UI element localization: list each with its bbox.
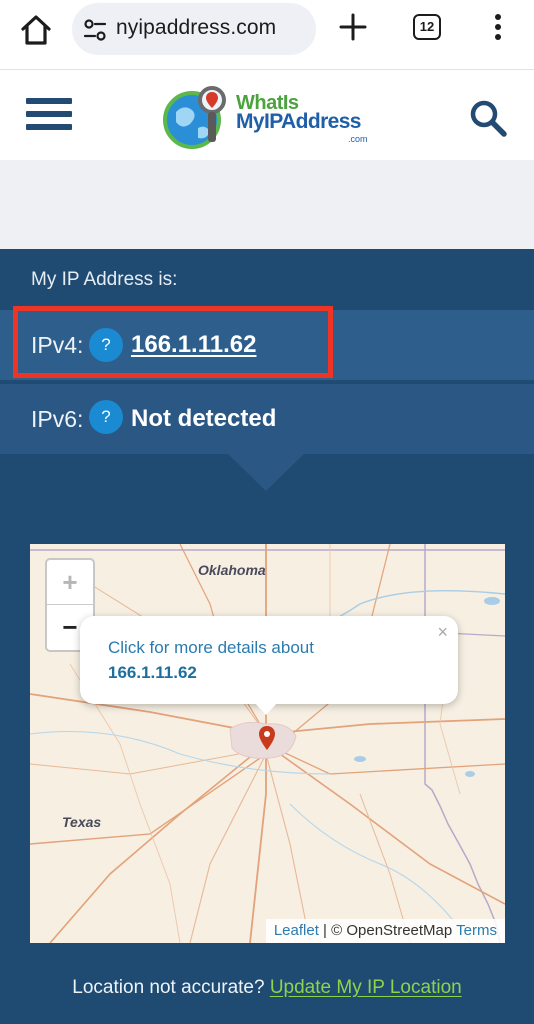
home-icon[interactable]: [18, 12, 54, 48]
browser-toolbar: nyipaddress.com 12: [0, 0, 534, 70]
ipv6-label: IPv6:: [31, 406, 84, 432]
ipv4-highlight-box: [13, 306, 333, 378]
location-map[interactable]: Oklahoma Texas + − × Click for more deta…: [30, 544, 505, 943]
popup-tip: [254, 702, 278, 715]
ip-address-panel: My IP Address is: IPv4: ? 166.1.11.62 IP…: [0, 249, 534, 1024]
map-attribution: Leaflet | © OpenStreetMap Terms: [265, 919, 505, 943]
map-popup[interactable]: × Click for more details about 166.1.11.…: [80, 616, 458, 715]
more-options-icon[interactable]: [486, 12, 510, 42]
terms-link[interactable]: Terms: [456, 922, 497, 939]
ipv6-help-icon[interactable]: ?: [89, 400, 123, 434]
popup-ip-link[interactable]: 166.1.11.62: [108, 663, 197, 683]
logo-text-line2: MyIPAddress: [236, 110, 361, 133]
site-header: WhatIs MyIPAddress .com: [0, 70, 534, 160]
attribution-separator: | ©: [323, 922, 343, 939]
tab-switcher-button[interactable]: 12: [413, 14, 441, 40]
ad-spacer: [0, 160, 534, 249]
location-question: Location not accurate?: [72, 977, 265, 998]
ipv6-value: Not detected: [131, 405, 277, 432]
popup-details-text[interactable]: Click for more details about: [108, 638, 314, 658]
url-text: nyipaddress.com: [116, 16, 277, 39]
logo-text-line3: .com: [348, 134, 368, 144]
new-tab-icon[interactable]: [338, 12, 368, 42]
popup-close-icon[interactable]: ×: [437, 622, 448, 643]
search-icon[interactable]: [468, 98, 508, 138]
ip-heading: My IP Address is:: [31, 269, 178, 290]
location-footer: Location not accurate? Update My IP Loca…: [0, 977, 534, 999]
leaflet-link[interactable]: Leaflet: [274, 922, 319, 939]
osm-credit: OpenStreetMap: [346, 922, 453, 939]
zoom-in-button[interactable]: +: [47, 560, 93, 605]
ipv6-row: IPv6: ? Not detected: [0, 384, 534, 454]
site-logo[interactable]: WhatIs MyIPAddress .com: [162, 78, 376, 154]
globe-magnifier-icon: [163, 86, 226, 149]
update-location-link[interactable]: Update My IP Location: [270, 977, 462, 998]
address-bar[interactable]: nyipaddress.com: [72, 3, 316, 55]
panel-pointer-arrow: [228, 454, 304, 491]
site-settings-icon[interactable]: [82, 17, 108, 43]
menu-icon[interactable]: [26, 98, 72, 132]
state-label-texas: Texas: [62, 814, 102, 830]
state-label-oklahoma: Oklahoma: [198, 562, 266, 578]
map-pin-icon[interactable]: [258, 725, 276, 751]
